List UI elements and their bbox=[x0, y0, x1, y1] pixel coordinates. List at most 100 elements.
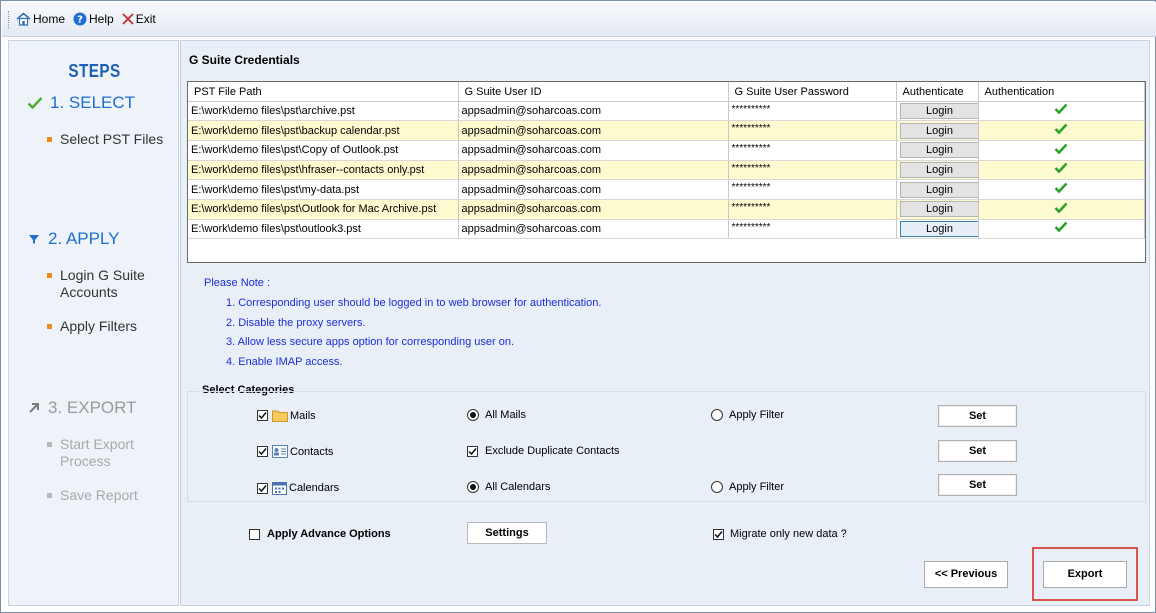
calendars-checkbox[interactable] bbox=[257, 482, 268, 494]
step-select-label: 1. SELECT bbox=[50, 93, 136, 112]
authenticate-cell: Login bbox=[896, 179, 979, 200]
login-button[interactable]: Login bbox=[899, 161, 977, 178]
home-menu-item[interactable]: Home bbox=[16, 12, 65, 26]
calendars-apply-filter-option[interactable]: Apply Filter bbox=[711, 481, 784, 493]
toolbar-grip bbox=[8, 11, 11, 29]
note-title: Please Note : bbox=[204, 277, 271, 289]
calendars-apply-filter-radio[interactable] bbox=[711, 481, 723, 493]
password-cell[interactable]: ********** bbox=[728, 120, 897, 141]
step-item-save-report: Save Report bbox=[47, 487, 138, 503]
user-id-cell[interactable]: appsadmin@soharcoas.com bbox=[458, 219, 729, 240]
close-icon bbox=[122, 13, 134, 25]
checkmark-icon bbox=[1054, 222, 1068, 233]
all-mails-radio[interactable] bbox=[467, 409, 479, 421]
migrate-new-data-checkbox[interactable] bbox=[713, 528, 724, 540]
export-button[interactable]: Export bbox=[1043, 561, 1127, 588]
all-mails-option[interactable]: All Mails bbox=[467, 409, 526, 421]
password-cell[interactable]: ********** bbox=[728, 101, 897, 122]
authentication-status-cell bbox=[978, 140, 1145, 161]
authentication-status-cell bbox=[978, 199, 1145, 220]
authenticate-cell: Login bbox=[896, 219, 979, 240]
calendars-set-button[interactable]: Set bbox=[938, 474, 1017, 496]
column-header[interactable]: PST File Path bbox=[188, 82, 459, 102]
exclude-duplicates-checkbox[interactable] bbox=[467, 445, 478, 457]
grid-header-row: PST File Path G Suite User ID G Suite Us… bbox=[188, 82, 1145, 102]
column-header[interactable]: Authenticate bbox=[896, 82, 979, 102]
pst-path-cell[interactable]: E:\work\demo files\pst\backup calendar.p… bbox=[188, 120, 459, 141]
login-button[interactable]: Login bbox=[899, 201, 977, 218]
folder-icon bbox=[272, 410, 288, 422]
table-row[interactable]: E:\work\demo files\pst\backup calendar.p… bbox=[188, 120, 1145, 141]
mails-category: Mails bbox=[257, 409, 316, 422]
checkmark-icon bbox=[258, 412, 267, 420]
login-button[interactable]: Login bbox=[899, 142, 977, 159]
all-calendars-radio[interactable] bbox=[467, 481, 479, 493]
credentials-title: G Suite Credentials bbox=[189, 53, 300, 67]
checkmark-icon bbox=[27, 97, 43, 110]
checkmark-icon bbox=[1054, 163, 1068, 174]
password-cell[interactable]: ********** bbox=[728, 199, 897, 220]
advance-options-option[interactable]: Apply Advance Options bbox=[249, 528, 391, 540]
bullet-icon bbox=[47, 137, 52, 142]
table-row[interactable]: E:\work\demo files\pst\archive.pst appsad… bbox=[188, 101, 1145, 122]
column-header[interactable]: G Suite User Password bbox=[728, 82, 897, 102]
table-row[interactable]: E:\work\demo files\pst\hfraser--contacts… bbox=[188, 160, 1145, 181]
checkmark-icon bbox=[1054, 123, 1068, 135]
apply-filter-label: Apply Filter bbox=[729, 481, 785, 493]
authentication-status-cell bbox=[978, 179, 1145, 200]
help-menu-item[interactable]: ? Help bbox=[73, 12, 114, 26]
table-row[interactable]: E:\work\demo files\pst\outlook3.pst appsa… bbox=[188, 219, 1145, 240]
authentication-status-cell bbox=[978, 101, 1145, 122]
step-item-label: Select PST Files bbox=[60, 131, 164, 147]
column-header[interactable]: Authentication bbox=[978, 82, 1145, 102]
password-cell[interactable]: ********** bbox=[728, 219, 897, 240]
mails-apply-filter-option[interactable]: Apply Filter bbox=[711, 409, 784, 421]
exclude-duplicates-label: Exclude Duplicate Contacts bbox=[485, 445, 620, 457]
login-button[interactable]: Login bbox=[899, 102, 977, 119]
pst-path-cell[interactable]: E:\work\demo files\pst\Copy of Outlook.p… bbox=[188, 140, 459, 161]
user-id-cell[interactable]: appsadmin@soharcoas.com bbox=[458, 179, 729, 200]
login-button[interactable]: Login bbox=[899, 181, 977, 198]
steps-title: STEPS bbox=[68, 61, 121, 81]
bullet-icon bbox=[47, 324, 52, 329]
password-cell[interactable]: ********** bbox=[728, 160, 897, 181]
migrate-new-data-option[interactable]: Migrate only new data ? bbox=[713, 528, 847, 540]
login-button[interactable]: Login bbox=[899, 220, 977, 237]
step-export: 3. EXPORT bbox=[27, 398, 137, 418]
advance-options-checkbox[interactable] bbox=[249, 528, 260, 540]
pst-path-cell[interactable]: E:\work\demo files\pst\my-data.pst bbox=[188, 179, 459, 200]
pst-path-cell[interactable]: E:\work\demo files\pst\outlook3.pst bbox=[188, 219, 459, 240]
mails-checkbox[interactable] bbox=[257, 410, 268, 421]
pst-path-cell[interactable]: E:\work\demo files\pst\Outlook for Mac A… bbox=[188, 199, 459, 220]
password-cell[interactable]: ********** bbox=[728, 179, 897, 200]
table-row[interactable]: E:\work\demo files\pst\my-data.pst appsad… bbox=[188, 179, 1145, 200]
user-id-cell[interactable]: appsadmin@soharcoas.com bbox=[458, 199, 729, 220]
step-item-label: Apply Filters bbox=[60, 318, 138, 334]
user-id-cell[interactable]: appsadmin@soharcoas.com bbox=[458, 101, 729, 122]
authentication-status-cell bbox=[978, 160, 1145, 181]
steps-sidebar: STEPS 1. SELECT Select PST Files 2. APPL… bbox=[8, 40, 179, 606]
column-header[interactable]: G Suite User ID bbox=[458, 82, 729, 102]
login-button[interactable]: Login bbox=[899, 122, 977, 139]
user-id-cell[interactable]: appsadmin@soharcoas.com bbox=[458, 140, 729, 161]
exit-menu-item[interactable]: Exit bbox=[122, 12, 156, 26]
bullet-icon bbox=[47, 273, 52, 278]
exclude-duplicates-option[interactable]: Exclude Duplicate Contacts bbox=[467, 445, 620, 457]
previous-button[interactable]: << Previous bbox=[924, 561, 1008, 588]
user-id-cell[interactable]: appsadmin@soharcoas.com bbox=[458, 160, 729, 181]
all-calendars-option[interactable]: All Calendars bbox=[467, 481, 550, 493]
pst-path-cell[interactable]: E:\work\demo files\pst\archive.pst bbox=[188, 101, 459, 122]
user-id-cell[interactable]: appsadmin@soharcoas.com bbox=[458, 120, 729, 141]
mails-set-button[interactable]: Set bbox=[938, 405, 1017, 427]
contacts-checkbox[interactable] bbox=[257, 446, 268, 457]
pst-path-cell[interactable]: E:\work\demo files\pst\hfraser--contacts… bbox=[188, 160, 459, 181]
step-item-select-pst: Select PST Files bbox=[47, 131, 163, 147]
note-item: 1. Corresponding user should be logged i… bbox=[226, 297, 602, 309]
password-cell[interactable]: ********** bbox=[728, 140, 897, 161]
settings-button[interactable]: Settings bbox=[467, 522, 547, 544]
table-row[interactable]: E:\work\demo files\pst\Copy of Outlook.p… bbox=[188, 140, 1145, 161]
mails-apply-filter-radio[interactable] bbox=[711, 409, 723, 421]
contacts-set-button[interactable]: Set bbox=[938, 440, 1017, 462]
checkmark-icon bbox=[714, 530, 723, 538]
table-row[interactable]: E:\work\demo files\pst\Outlook for Mac A… bbox=[188, 199, 1145, 220]
